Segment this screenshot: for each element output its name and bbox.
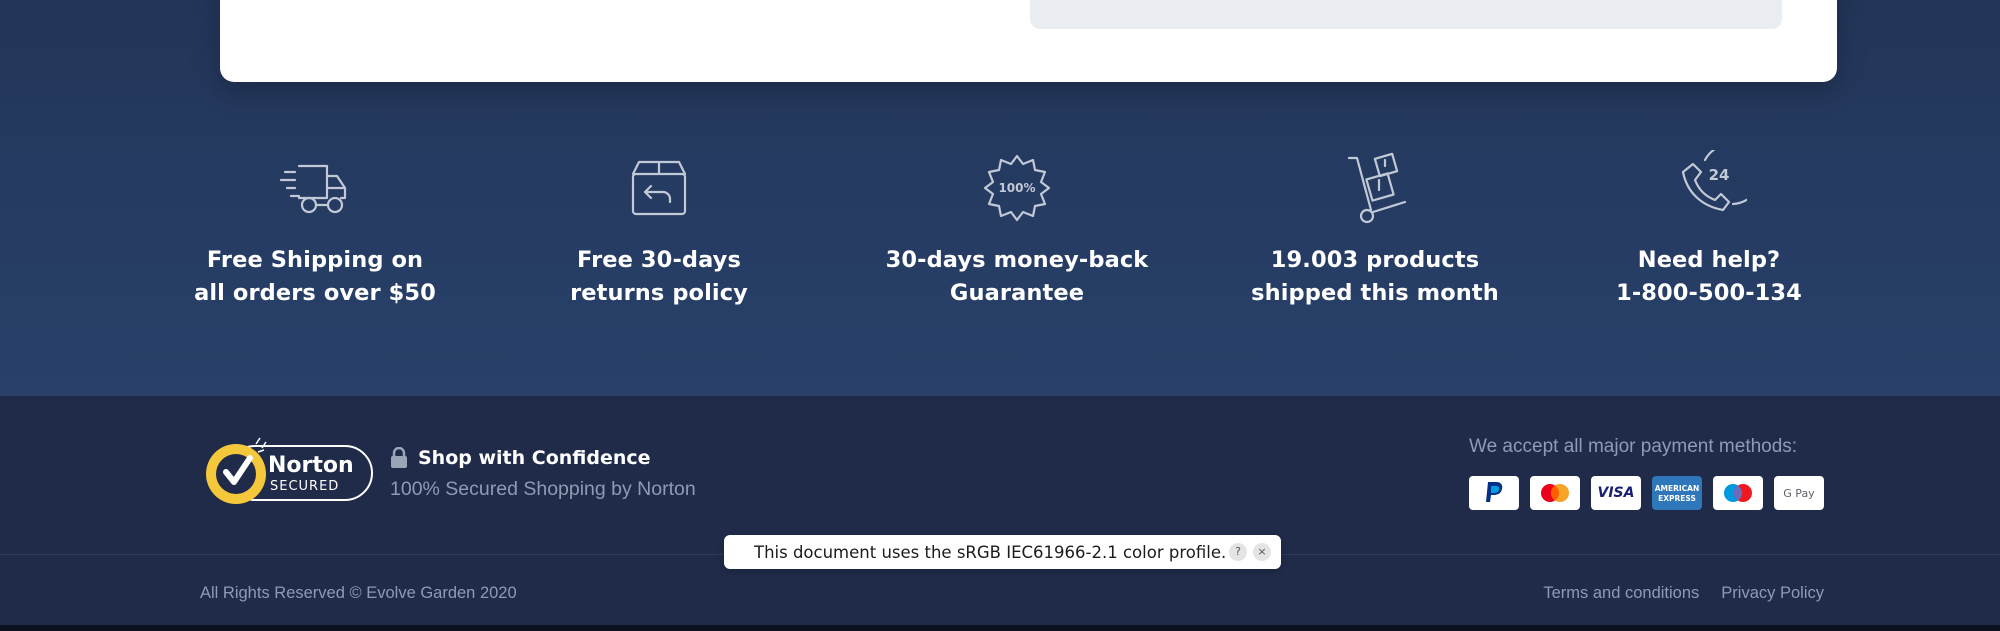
feature-shipped-products: 19.003 products shipped this month — [1225, 150, 1525, 310]
norton-secured-logo: Norton SECURED — [206, 437, 373, 504]
color-profile-notification: This document uses the sRGB IEC61966-2.1… — [724, 535, 1281, 569]
feature-support: 24 Need help? 1-800-500-134 — [1559, 150, 1859, 310]
feature-line-2: returns policy — [570, 280, 748, 306]
feature-guarantee: 100% 30-days money-back Guarantee — [867, 150, 1167, 310]
feature-line-2: Guarantee — [949, 280, 1085, 306]
card-grey-panel — [1030, 0, 1782, 29]
confidence-title: Shop with Confidence — [418, 447, 651, 469]
norton-secured-text: SECURED — [270, 479, 339, 494]
feature-line-1: Need help? — [1637, 247, 1781, 273]
feature-line-1: 30-days money-back — [885, 247, 1149, 273]
notification-message: This document uses the sRGB IEC61966-2.1… — [754, 542, 1227, 562]
return-box-icon — [631, 160, 687, 216]
payment-methods-label: We accept all major payment methods: — [1469, 436, 1798, 457]
norton-brand-text: Norton — [268, 453, 354, 478]
google-pay-icon: G Pay — [1774, 476, 1824, 510]
feature-line-2: shipped this month — [1251, 280, 1499, 306]
visa-icon: VISA — [1591, 476, 1641, 510]
confidence-subtitle: 100% Secured Shopping by Norton — [390, 478, 696, 500]
svg-text:AMERICAN: AMERICAN — [1655, 484, 1700, 493]
support-phone-24-icon: 24 — [1681, 150, 1747, 212]
feature-line-1: 19.003 products — [1270, 247, 1480, 273]
guarantee-badge-text: 100% — [998, 181, 1035, 195]
help-icon[interactable]: ? — [1229, 543, 1247, 561]
privacy-policy-link[interactable]: Privacy Policy — [1721, 584, 1824, 603]
svg-text:EXPRESS: EXPRESS — [1658, 494, 1696, 503]
footer-links: Terms and conditions Privacy Policy — [1543, 584, 1824, 603]
feature-line-2: all orders over $50 — [194, 280, 436, 306]
support-24-text: 24 — [1709, 166, 1730, 184]
paypal-icon — [1469, 476, 1519, 510]
shop-confidence: Shop with Confidence 100% Secured Shoppi… — [390, 447, 696, 501]
feature-line-2: 1-800-500-134 — [1616, 280, 1802, 306]
payment-methods: We accept all major payment methods: VIS… — [1464, 436, 1824, 510]
close-icon[interactable]: × — [1253, 543, 1271, 561]
feature-line-1: Free 30-days — [577, 247, 741, 273]
amex-icon: AMERICAN EXPRESS — [1652, 476, 1702, 510]
window-bottom-edge — [0, 625, 2000, 631]
copyright-text: All Rights Reserved © Evolve Garden 2020 — [200, 584, 517, 602]
features-row: Free Shipping on all orders over $50 Fre… — [0, 150, 2000, 320]
content-card — [220, 0, 1837, 82]
fast-delivery-truck-icon — [279, 164, 347, 214]
guarantee-badge-icon: 100% — [983, 154, 1051, 222]
payment-cards: VISA AMERICAN EXPRESS G Pay — [1469, 476, 1824, 510]
hand-truck-icon — [1347, 152, 1407, 224]
terms-link[interactable]: Terms and conditions — [1543, 584, 1699, 603]
lock-icon — [391, 447, 407, 468]
feature-free-shipping: Free Shipping on all orders over $50 — [165, 150, 465, 310]
feature-line-1: Free Shipping on — [206, 247, 424, 273]
maestro-icon — [1713, 476, 1763, 510]
mastercard-icon — [1530, 476, 1580, 510]
feature-returns: Free 30-days returns policy — [509, 150, 809, 310]
